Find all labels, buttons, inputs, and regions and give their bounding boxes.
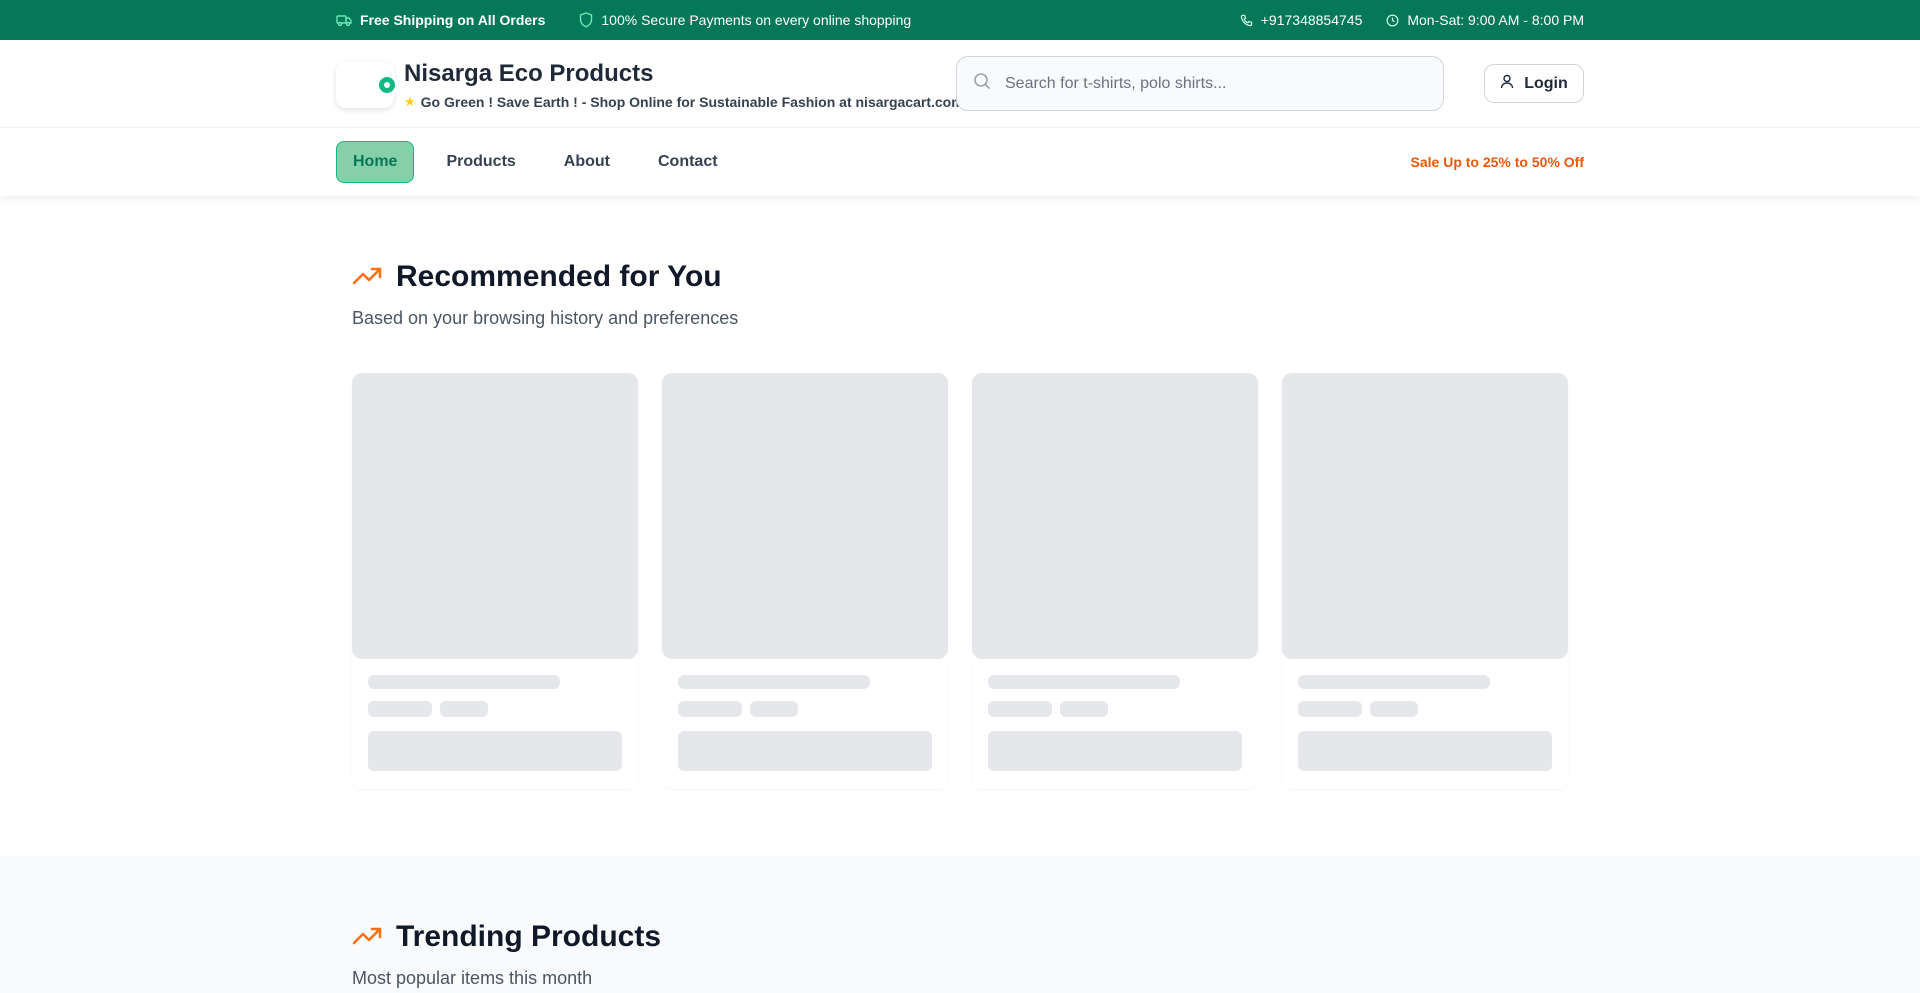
shipping-text: Free Shipping on All Orders <box>360 12 546 28</box>
skeleton-image <box>352 373 638 659</box>
skeleton-price <box>988 701 1052 717</box>
nav-products[interactable]: Products <box>430 141 531 183</box>
skeleton-button <box>988 731 1242 771</box>
skeleton-title <box>368 675 560 689</box>
skeleton-button <box>368 731 622 771</box>
login-button[interactable]: Login <box>1484 64 1584 103</box>
skeleton-price <box>1298 701 1362 717</box>
product-card-skeleton <box>352 373 638 789</box>
shipping-info: Free Shipping on All Orders <box>336 12 545 28</box>
skeleton-tag <box>1370 701 1418 717</box>
recommended-title-text: Recommended for You <box>396 260 722 293</box>
skeleton-tag <box>750 701 798 717</box>
login-label: Login <box>1524 74 1568 92</box>
recommended-title: Recommended for You <box>352 260 738 294</box>
phone-info[interactable]: +917348854745 <box>1240 12 1363 28</box>
phone-number: +917348854745 <box>1260 12 1363 28</box>
trending-title-text: Trending Products <box>396 920 662 953</box>
skeleton-image <box>662 373 948 659</box>
skeleton-title <box>678 675 870 689</box>
secure-payment-info: 100% Secure Payments on every online sho… <box>579 12 911 28</box>
skeleton-image <box>972 373 1258 659</box>
hours-text: Mon-Sat: 9:00 AM - 8:00 PM <box>1407 12 1584 28</box>
product-card-skeleton <box>972 373 1258 789</box>
skeleton-tag <box>1060 701 1108 717</box>
tagline-text: Go Green ! Save Earth ! - Shop Online fo… <box>420 94 964 110</box>
main-navigation: Home Products About Contact Sale Up to 2… <box>0 128 1920 196</box>
sale-banner[interactable]: Sale Up to 25% to 50% Off <box>1411 154 1584 170</box>
clock-icon <box>1386 14 1399 27</box>
search-bar[interactable] <box>956 56 1444 111</box>
brand-tagline: ★ Go Green ! Save Earth ! - Shop Online … <box>404 94 964 110</box>
secure-text: 100% Secure Payments on every online sho… <box>601 12 912 28</box>
nav-about[interactable]: About <box>548 141 626 183</box>
star-icon: ★ <box>404 94 416 109</box>
search-input[interactable] <box>1005 74 1425 93</box>
skeleton-image <box>1282 373 1568 659</box>
nav-contact[interactable]: Contact <box>642 141 734 183</box>
logo-badge-icon <box>376 74 398 96</box>
hours-info: Mon-Sat: 9:00 AM - 8:00 PM <box>1386 12 1584 28</box>
site-header: Nisarga Eco Products ★ Go Green ! Save E… <box>0 40 1920 128</box>
recommended-section: Recommended for You Based on your browsi… <box>0 196 1920 856</box>
brand-name[interactable]: Nisarga Eco Products <box>404 60 964 88</box>
trending-title: Trending Products <box>352 920 661 954</box>
skeleton-button <box>1298 731 1552 771</box>
product-card-skeleton <box>1282 373 1568 789</box>
user-icon <box>1500 74 1514 94</box>
skeleton-price <box>678 701 742 717</box>
skeleton-button <box>678 731 932 771</box>
trending-up-icon <box>352 920 382 954</box>
shield-icon <box>579 12 593 28</box>
top-info-bar: Free Shipping on All Orders 100% Secure … <box>0 0 1920 40</box>
search-icon <box>973 72 1005 95</box>
nav-home[interactable]: Home <box>336 141 415 183</box>
skeleton-title <box>988 675 1180 689</box>
skeleton-price <box>368 701 432 717</box>
skeleton-title <box>1298 675 1490 689</box>
product-card-skeleton <box>662 373 948 789</box>
trending-section: Trending Products Most popular items thi… <box>0 856 1920 993</box>
truck-icon <box>336 13 352 27</box>
skeleton-tag <box>440 701 488 717</box>
phone-icon <box>1240 14 1253 27</box>
trending-up-icon <box>352 260 382 294</box>
brand-block: Nisarga Eco Products ★ Go Green ! Save E… <box>404 60 964 110</box>
recommended-subtitle: Based on your browsing history and prefe… <box>352 308 739 328</box>
product-grid <box>352 373 1568 789</box>
trending-subtitle: Most popular items this month <box>352 968 593 988</box>
